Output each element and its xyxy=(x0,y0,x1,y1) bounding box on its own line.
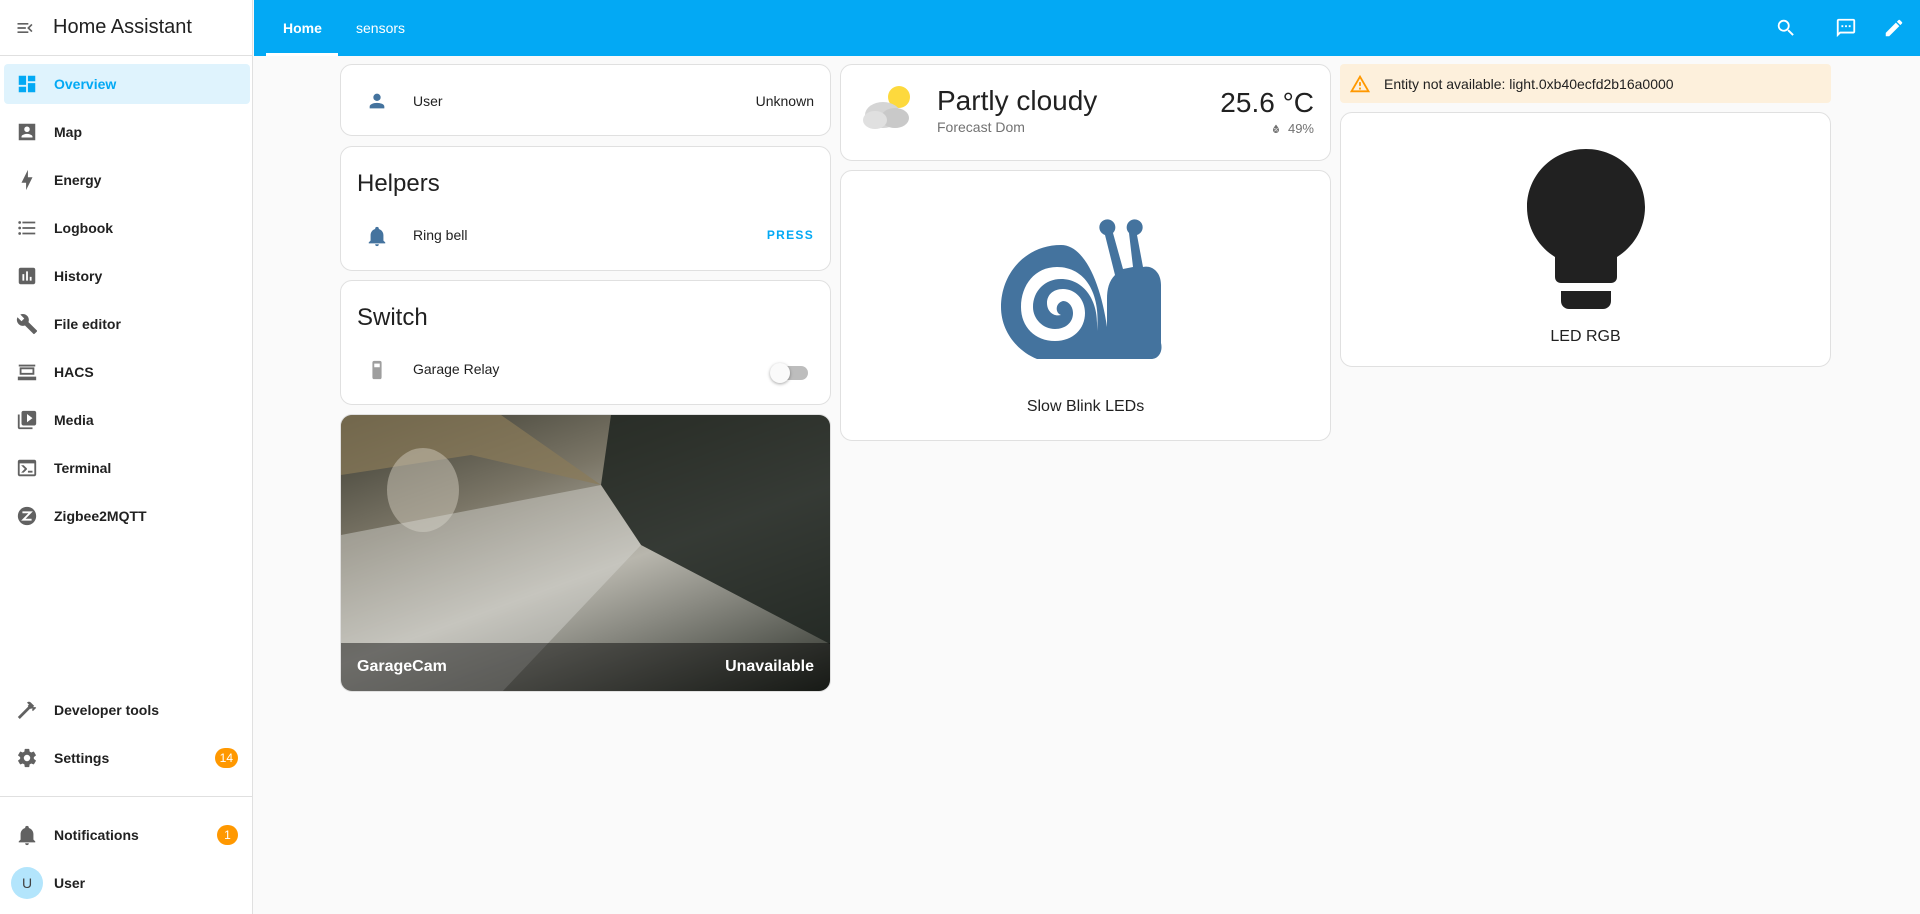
bell-icon xyxy=(18,825,36,846)
entity-state: Unknown xyxy=(755,93,814,109)
sidebar-item-label: Map xyxy=(54,124,82,140)
button-card-slow-blink-leds[interactable]: Slow Blink LEDs xyxy=(840,170,1331,441)
sidebar-item-map[interactable]: Map xyxy=(4,112,250,152)
sidebar-item-history[interactable]: History xyxy=(4,256,250,296)
weather-card[interactable]: Partly cloudy Forecast Dom 25.6 °C 49% xyxy=(840,64,1331,161)
alert-outline-icon xyxy=(1349,74,1371,92)
camera-name: GarageCam xyxy=(357,658,447,675)
card-title: Helpers xyxy=(357,170,440,197)
entity-card-user[interactable]: User Unknown xyxy=(340,64,831,136)
sidebar-divider xyxy=(0,796,253,797)
sidebar-item-label: Zigbee2MQTT xyxy=(54,508,147,524)
active-tab-indicator xyxy=(266,53,338,56)
weather-condition: Partly cloudy xyxy=(937,85,1098,116)
sidebar-item-label: File editor xyxy=(54,316,121,332)
notifications-badge: 1 xyxy=(217,825,238,845)
humidity-value: 49% xyxy=(1287,121,1314,136)
entity-name: Garage Relay xyxy=(413,361,500,377)
sidebar-item-label: Overview xyxy=(54,76,117,92)
hacs-icon xyxy=(17,364,37,381)
relay-icon[interactable] xyxy=(365,358,389,382)
sidebar-item-label: Energy xyxy=(54,172,102,188)
menu-toggle-button[interactable] xyxy=(0,18,50,38)
sidebar-item-media[interactable]: Media xyxy=(4,400,250,440)
tab-home[interactable]: Home xyxy=(283,0,322,56)
sidebar: Home Assistant Overview Map Energy Logbo… xyxy=(0,0,253,914)
sidebar-item-file-editor[interactable]: File editor xyxy=(4,304,250,344)
sidebar-item-terminal[interactable]: Terminal xyxy=(4,448,250,488)
edit-dashboard-button[interactable] xyxy=(1882,16,1906,40)
hammer-icon xyxy=(17,701,37,719)
tab-sensors[interactable]: sensors xyxy=(356,0,405,56)
press-button[interactable]: PRESS xyxy=(767,228,814,242)
switch-card: Switch Garage Relay xyxy=(340,280,831,405)
sidebar-item-hacs[interactable]: HACS xyxy=(4,352,250,392)
menu-open-icon xyxy=(17,22,33,33)
view-dashboard-icon xyxy=(18,75,36,93)
lightbulb-icon xyxy=(1527,149,1645,309)
camera-state: Unavailable xyxy=(725,658,814,675)
sidebar-item-settings[interactable]: Settings 14 xyxy=(4,738,250,778)
chart-box-icon xyxy=(18,267,36,285)
sidebar-item-label: History xyxy=(54,268,103,284)
search-button[interactable] xyxy=(1774,16,1798,40)
snail-icon xyxy=(1001,219,1162,359)
sidebar-item-label: Media xyxy=(54,412,94,428)
partly-cloudy-icon xyxy=(863,86,910,129)
map-icon xyxy=(18,123,36,141)
format-list-icon xyxy=(18,221,36,235)
sidebar-item-zigbee2mqtt[interactable]: Zigbee2MQTT xyxy=(4,496,250,536)
sidebar-item-notifications[interactable]: Notifications 1 xyxy=(4,815,250,855)
wrench-icon xyxy=(16,314,38,335)
search-icon xyxy=(1777,19,1794,36)
button-card-name: Slow Blink LEDs xyxy=(1026,398,1145,415)
lightning-bolt-icon xyxy=(21,169,33,191)
pencil-icon xyxy=(1885,19,1903,37)
sidebar-item-label: User xyxy=(54,875,86,891)
sidebar-item-label: Logbook xyxy=(54,220,114,236)
water-percent-icon xyxy=(1272,124,1279,133)
button-card-name: LED RGB xyxy=(1550,328,1621,345)
settings-badge: 14 xyxy=(214,748,238,768)
play-box-multiple-icon xyxy=(17,410,37,430)
button-card-led-rgb[interactable]: LED RGB xyxy=(1340,112,1831,367)
sidebar-item-user[interactable]: U User xyxy=(4,863,250,903)
weather-humidity: 49% xyxy=(1270,121,1314,136)
console-icon xyxy=(17,459,37,477)
sidebar-item-label: Settings xyxy=(54,750,110,766)
entity-warning: Entity not available: light.0xb40ecfd2b1… xyxy=(1340,64,1831,103)
app-title: Home Assistant xyxy=(53,16,192,38)
cog-icon xyxy=(18,748,36,768)
weather-temperature: 25.6 °C xyxy=(1220,87,1314,118)
warning-text: Entity not available: light.0xb40ecfd2b1… xyxy=(1384,75,1674,92)
sidebar-item-overview[interactable]: Overview xyxy=(4,64,250,104)
entity-name: Ring bell xyxy=(413,227,468,243)
card-title: Switch xyxy=(357,304,428,331)
sidebar-item-label: Notifications xyxy=(54,827,139,843)
avatar: U xyxy=(11,867,43,899)
sidebar-item-developer-tools[interactable]: Developer tools xyxy=(4,690,250,730)
assist-chat-icon xyxy=(1836,18,1856,38)
sidebar-header: Home Assistant xyxy=(0,0,252,56)
sidebar-item-logbook[interactable]: Logbook xyxy=(4,208,250,248)
account-icon xyxy=(365,89,389,113)
top-app-bar: Home sensors xyxy=(254,0,1920,56)
camera-card[interactable]: GarageCam Unavailable xyxy=(340,414,831,692)
zigbee-icon xyxy=(17,506,37,526)
bell-icon[interactable] xyxy=(365,224,389,248)
toggle-knob xyxy=(770,363,790,383)
sidebar-item-label: HACS xyxy=(54,364,94,380)
sidebar-item-label: Developer tools xyxy=(54,702,160,718)
sidebar-item-label: Terminal xyxy=(54,460,112,476)
assist-button[interactable] xyxy=(1834,16,1858,40)
helpers-card: Helpers Ring bell PRESS xyxy=(340,146,831,271)
weather-entity-name: Forecast Dom xyxy=(937,119,1025,135)
entity-name: User xyxy=(413,93,443,109)
sidebar-item-energy[interactable]: Energy xyxy=(4,160,250,200)
